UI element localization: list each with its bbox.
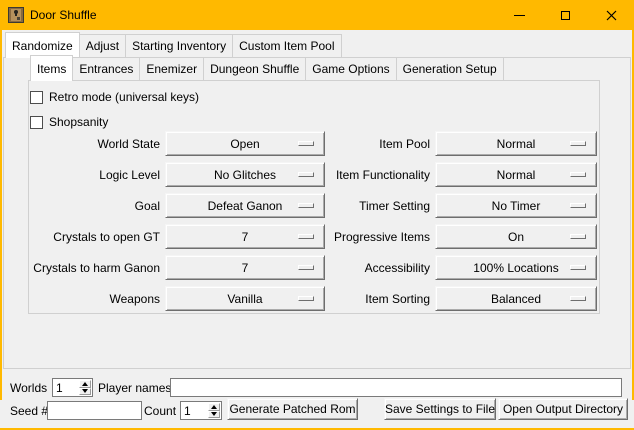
player-names-label: Player names (98, 381, 171, 395)
tab-game-options[interactable]: Game Options (305, 57, 396, 80)
crystals-harm-ganon-dropdown[interactable]: 7 (165, 255, 325, 280)
count-spin-down-icon[interactable] (208, 411, 220, 419)
progressive-items-dropdown[interactable]: On (435, 224, 597, 249)
timer-setting-dropdown[interactable]: No Timer (435, 193, 597, 218)
dropdown-indicator-icon (298, 296, 314, 301)
dropdown-indicator-icon (570, 265, 586, 270)
window-title: Door Shuffle (30, 8, 97, 22)
world-state-label: World State (98, 137, 160, 151)
logic-level-dropdown[interactable]: No Glitches (165, 162, 325, 187)
worlds-spin-up-icon[interactable] (79, 380, 91, 388)
dropdown-indicator-icon (570, 203, 586, 208)
close-icon (606, 10, 617, 21)
open-output-directory-button[interactable]: Open Output Directory (498, 398, 628, 420)
dropdown-indicator-icon (570, 234, 586, 239)
dropdown-indicator-icon (298, 172, 314, 177)
minimize-button[interactable] (496, 0, 542, 30)
tab-items[interactable]: Items (30, 55, 73, 81)
sub-tab-bar: Items Entrances Enemizer Dungeon Shuffle… (30, 55, 504, 81)
count-spinner[interactable]: 1 (180, 401, 222, 420)
count-spin-up-icon[interactable] (208, 403, 220, 411)
tab-starting-inventory[interactable]: Starting Inventory (125, 34, 233, 57)
close-button[interactable] (588, 0, 634, 30)
world-state-dropdown[interactable]: Open (165, 131, 325, 156)
tab-dungeon-shuffle[interactable]: Dungeon Shuffle (203, 57, 306, 80)
progressive-items-label: Progressive Items (334, 230, 430, 244)
shopsanity-checkbox-row: Shopsanity (30, 115, 108, 129)
weapons-label: Weapons (110, 292, 160, 306)
shopsanity-checkbox[interactable] (30, 116, 43, 129)
accessibility-label: Accessibility (365, 261, 430, 275)
retro-mode-checkbox[interactable] (30, 91, 43, 104)
maximize-icon (561, 11, 570, 20)
player-names-input[interactable] (170, 378, 622, 397)
generate-patched-rom-button[interactable]: Generate Patched Rom (227, 398, 358, 420)
item-pool-dropdown[interactable]: Normal (435, 131, 597, 156)
titlebar: Door Shuffle (0, 0, 634, 30)
tab-enemizer[interactable]: Enemizer (139, 57, 204, 80)
weapons-dropdown[interactable]: Vanilla (165, 286, 325, 311)
door-app-icon (8, 7, 24, 23)
seed-label: Seed # (10, 404, 48, 418)
dropdown-indicator-icon (570, 141, 586, 146)
goal-dropdown[interactable]: Defeat Ganon (165, 193, 325, 218)
accessibility-dropdown[interactable]: 100% Locations (435, 255, 597, 280)
goal-label: Goal (135, 199, 160, 213)
item-functionality-label: Item Functionality (336, 168, 430, 182)
retro-mode-checkbox-row: Retro mode (universal keys) (30, 90, 199, 104)
item-sorting-label: Item Sorting (365, 292, 430, 306)
logic-level-label: Logic Level (99, 168, 160, 182)
seed-input[interactable] (47, 401, 142, 420)
tab-entrances[interactable]: Entrances (72, 57, 140, 80)
item-sorting-dropdown[interactable]: Balanced (435, 286, 597, 311)
crystals-harm-ganon-label: Crystals to harm Ganon (33, 261, 160, 275)
tab-custom-item-pool[interactable]: Custom Item Pool (232, 34, 341, 57)
timer-setting-label: Timer Setting (359, 199, 430, 213)
crystals-open-gt-dropdown[interactable]: 7 (165, 224, 325, 249)
retro-mode-label: Retro mode (universal keys) (49, 90, 199, 104)
minimize-icon (514, 15, 525, 16)
tab-generation-setup[interactable]: Generation Setup (396, 57, 504, 80)
dropdown-indicator-icon (570, 172, 586, 177)
crystals-open-gt-label: Crystals to open GT (53, 230, 160, 244)
window-controls (496, 0, 634, 30)
item-pool-label: Item Pool (379, 137, 430, 151)
worlds-spinner[interactable]: 1 (52, 378, 93, 397)
window-border-left (0, 0, 2, 400)
worlds-label: Worlds (10, 381, 47, 395)
tab-adjust[interactable]: Adjust (79, 34, 126, 57)
shopsanity-label: Shopsanity (49, 115, 108, 129)
worlds-spin-down-icon[interactable] (79, 388, 91, 396)
item-functionality-dropdown[interactable]: Normal (435, 162, 597, 187)
count-label: Count (144, 404, 176, 418)
dropdown-indicator-icon (298, 265, 314, 270)
dropdown-indicator-icon (298, 141, 314, 146)
dropdown-indicator-icon (570, 296, 586, 301)
save-settings-button[interactable]: Save Settings to File (384, 398, 496, 420)
dropdown-indicator-icon (298, 234, 314, 239)
maximize-button[interactable] (542, 0, 588, 30)
dropdown-indicator-icon (298, 203, 314, 208)
